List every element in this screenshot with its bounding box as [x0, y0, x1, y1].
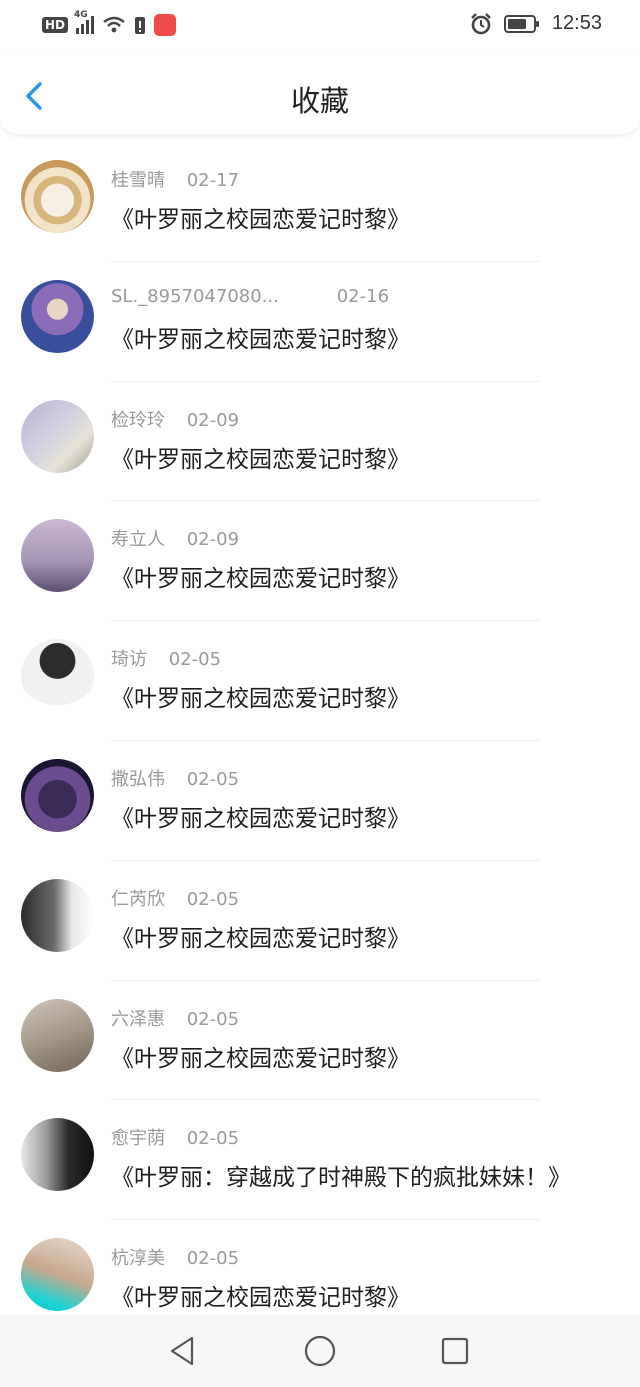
triangle-back-icon — [170, 1336, 194, 1366]
item-date: 02-05 — [186, 768, 240, 790]
page-title: 收藏 — [290, 84, 349, 118]
book-title: 《叶罗丽之校园恋爱记时黎》 — [111, 925, 410, 952]
list-item[interactable]: 桂雪晴 02-17 《叶罗丽之校园恋爱记时黎》 — [0, 142, 640, 262]
user-name: 琦访 — [111, 649, 147, 671]
book-title: 《叶罗丽：穿越成了时神殿下的疯批妹妹！》 — [111, 1165, 571, 1192]
item-meta: 琦访 02-05 — [111, 645, 221, 671]
list-item[interactable]: 六泽惠 02-05 《叶罗丽之校园恋爱记时黎》 — [0, 981, 640, 1101]
favorites-list: 桂雪晴 02-17 《叶罗丽之校园恋爱记时黎》 SL._8957047080..… — [0, 142, 640, 1340]
item-date: 02-05 — [186, 1128, 240, 1150]
sketch-avatar — [21, 639, 94, 713]
user-name: 六泽惠 — [111, 1008, 165, 1030]
nav-home-button[interactable] — [302, 1333, 338, 1369]
user-name: 检玲玲 — [111, 409, 165, 431]
item-meta: 检玲玲 02-09 — [111, 406, 239, 432]
item-meta: SL._8957047080... 02-16 — [111, 286, 389, 307]
fantasy-avatar — [21, 279, 94, 353]
item-meta: 杭淳美 02-05 — [111, 1244, 239, 1270]
list-item[interactable]: 琦访 02-05 《叶罗丽之校园恋爱记时黎》 — [0, 621, 640, 741]
square-recents-icon — [441, 1337, 469, 1365]
nav-recents-button[interactable] — [437, 1333, 473, 1369]
item-date: 02-05 — [168, 649, 222, 671]
book-title: 《叶罗丽之校园恋爱记时黎》 — [111, 686, 410, 713]
circle-home-icon — [304, 1335, 336, 1367]
item-meta: 桂雪晴 02-17 — [111, 166, 239, 192]
item-date: 02-09 — [186, 409, 240, 431]
book-title: 《叶罗丽之校园恋爱记时黎》 — [111, 1045, 410, 1072]
app-notification-icon — [154, 14, 177, 36]
user-name: 杭淳美 — [111, 1248, 165, 1270]
hd-icon: HD — [42, 17, 69, 33]
battery-icon — [503, 14, 539, 33]
list-item[interactable]: 仁芮欣 02-05 《叶罗丽之校园恋爱记时黎》 — [0, 861, 640, 981]
book-title: 《叶罗丽之校园恋爱记时黎》 — [111, 1285, 410, 1312]
list-item[interactable]: 检玲玲 02-09 《叶罗丽之校园恋爱记时黎》 — [0, 382, 640, 502]
user-name: 愈宇荫 — [111, 1128, 165, 1150]
item-meta: 仁芮欣 02-05 — [111, 885, 239, 911]
item-date: 02-05 — [186, 888, 240, 910]
system-nav-bar — [0, 1315, 640, 1387]
item-date: 02-17 — [186, 170, 240, 191]
status-right: 12:53 — [470, 12, 602, 35]
user-name: 桂雪晴 — [111, 170, 165, 191]
bw-portrait-avatar — [21, 878, 94, 952]
status-left: HD 4G — [42, 10, 177, 36]
clock: 12:53 — [551, 12, 602, 34]
app-header: 收藏 — [0, 56, 640, 134]
signal-icon: 4G — [74, 10, 95, 34]
cat-avatar — [21, 160, 94, 233]
item-meta: 撒弘伟 02-05 — [111, 765, 239, 791]
book-title: 《叶罗丽之校园恋爱记时黎》 — [111, 805, 410, 832]
network-label: 4G — [74, 10, 88, 20]
item-meta: 六泽惠 02-05 — [111, 1005, 239, 1031]
couple-avatar — [21, 519, 94, 593]
wifi-icon — [103, 16, 125, 33]
phone-selfie-avatar — [21, 998, 94, 1072]
list-item[interactable]: 寿立人 02-09 《叶罗丽之校园恋爱记时黎》 — [0, 501, 640, 622]
dark-portrait-avatar — [21, 1118, 94, 1192]
user-name: 仁芮欣 — [111, 888, 165, 910]
list-item[interactable]: 愈宇荫 02-05 《叶罗丽：穿越成了时神殿下的疯批妹妹！》 — [0, 1100, 640, 1221]
book-title: 《叶罗丽之校园恋爱记时黎》 — [111, 566, 410, 593]
book-title: 《叶罗丽之校园恋爱记时黎》 — [111, 207, 410, 233]
item-meta: 愈宇荫 02-05 — [111, 1124, 239, 1150]
book-title: 《叶罗丽之校园恋爱记时黎》 — [111, 326, 410, 353]
status-bar: HD 4G 12:53 — [0, 0, 640, 56]
user-name: SL._8957047080... — [111, 285, 279, 307]
item-date: 02-05 — [186, 1248, 240, 1270]
alarm-icon — [471, 12, 491, 34]
girl-cyan-avatar — [21, 1238, 94, 1312]
book-title: 《叶罗丽之校园恋爱记时黎》 — [111, 446, 410, 473]
user-name: 撒弘伟 — [111, 768, 165, 790]
battery-alert-icon — [135, 17, 146, 34]
item-date: 02-16 — [336, 285, 390, 307]
item-date: 02-09 — [186, 529, 240, 551]
jersey-avatar — [21, 758, 94, 832]
user-name: 寿立人 — [111, 529, 165, 551]
nav-back-button[interactable] — [164, 1333, 200, 1369]
item-meta: 寿立人 02-09 — [111, 525, 239, 551]
list-item[interactable]: SL._8957047080... 02-16 《叶罗丽之校园恋爱记时黎》 — [0, 262, 640, 382]
list-item[interactable]: 撒弘伟 02-05 《叶罗丽之校园恋爱记时黎》 — [0, 741, 640, 861]
item-date: 02-05 — [186, 1008, 240, 1030]
flowers-avatar — [21, 399, 94, 473]
